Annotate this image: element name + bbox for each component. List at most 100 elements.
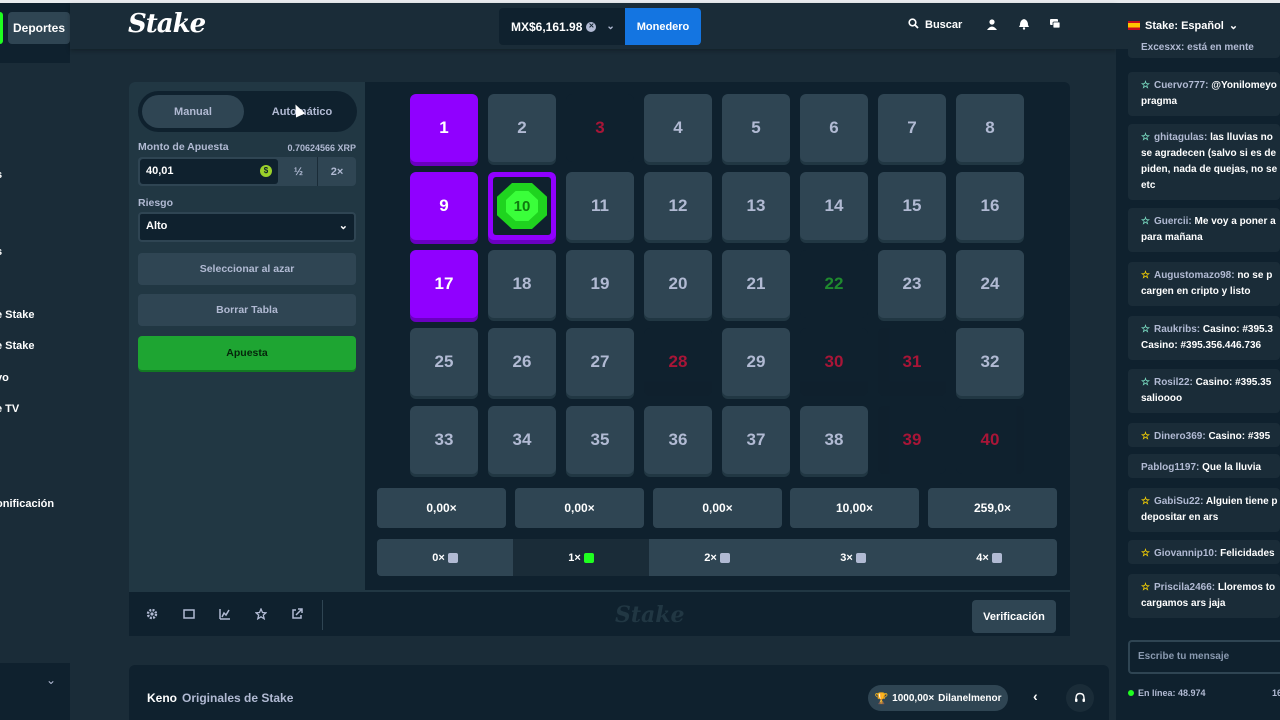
random-pick-button[interactable]: Seleccionar al azar xyxy=(138,253,356,285)
keno-tile[interactable]: 18 xyxy=(488,250,556,318)
keno-tile[interactable]: 4 xyxy=(644,94,712,162)
bet-amount-input[interactable]: 40,01 xyxy=(140,159,278,184)
chat-username[interactable]: Cuervo777: xyxy=(1154,80,1211,91)
keno-tile[interactable]: 21 xyxy=(722,250,790,318)
sidebar-item[interactable]: onificación xyxy=(0,498,54,510)
chat-message: Excesxx: está en mente xyxy=(1128,40,1280,58)
search-label: Buscar xyxy=(925,19,963,31)
chat-username[interactable]: ghitagulas: xyxy=(1154,132,1210,143)
chat-username[interactable]: GabiSu22: xyxy=(1154,496,1206,507)
keno-tile[interactable]: 20 xyxy=(644,250,712,318)
keno-tile[interactable]: 17 xyxy=(410,250,478,318)
keno-tile[interactable]: 13 xyxy=(722,172,790,240)
chevron-down-icon[interactable]: ⌄ xyxy=(46,673,56,687)
settings-icon[interactable] xyxy=(144,606,160,622)
keno-game: Manual Automático Monto de Apuesta 0.706… xyxy=(129,82,1070,636)
user-icon[interactable] xyxy=(985,17,999,31)
search-icon xyxy=(908,18,919,32)
game-provider[interactable]: Originales de Stake xyxy=(182,691,293,705)
star-badge-icon: ☆ xyxy=(1141,431,1150,442)
chat-username[interactable]: Augustomazo98: xyxy=(1154,270,1237,281)
chat-username[interactable]: Dinero369: xyxy=(1154,431,1208,442)
keno-tile[interactable]: 29 xyxy=(722,328,790,396)
mode-manual-button[interactable]: Manual xyxy=(142,95,244,128)
bet-button[interactable]: Apuesta xyxy=(138,336,356,370)
keno-tile[interactable]: 7 xyxy=(878,94,946,162)
chat-username[interactable]: Pablog1197: xyxy=(1141,462,1202,473)
half-bet-button[interactable]: ½ xyxy=(280,157,318,186)
left-sidebar: Deportes s s e Stake e Stake vo e TV oni… xyxy=(0,3,70,720)
theatre-mode-icon[interactable] xyxy=(181,606,197,622)
chat-room-select[interactable]: Stake: Español ⌄ xyxy=(1128,19,1238,32)
double-bet-button[interactable]: 2× xyxy=(318,157,356,186)
notifications-icon[interactable] xyxy=(1017,17,1031,31)
chat-icon[interactable] xyxy=(1048,17,1062,31)
sidebar-item[interactable]: e Stake xyxy=(0,340,35,352)
stats-icon[interactable] xyxy=(217,606,233,622)
keno-tile[interactable]: 9 xyxy=(410,172,478,240)
chat-username[interactable]: Raukribs: xyxy=(1154,324,1203,335)
chat-username[interactable]: Giovannip10: xyxy=(1154,548,1220,559)
keno-tile[interactable]: 34 xyxy=(488,406,556,474)
keno-tile[interactable]: 3 xyxy=(566,94,634,162)
favorite-star-icon[interactable] xyxy=(253,606,269,622)
keno-tile[interactable]: 19 xyxy=(566,250,634,318)
chevron-left-icon[interactable]: ‹ xyxy=(1033,688,1038,704)
keno-tile[interactable]: 15 xyxy=(878,172,946,240)
chat-username[interactable]: Rosil22: xyxy=(1154,377,1196,388)
keno-tile[interactable]: 26 xyxy=(488,328,556,396)
keno-tile[interactable]: 35 xyxy=(566,406,634,474)
keno-tile[interactable]: 31 xyxy=(878,328,946,396)
wallet-button[interactable]: Monedero xyxy=(625,8,701,45)
game-info-bar: Keno Originales de Stake 🏆 1000,00× Dila… xyxy=(129,665,1109,720)
keno-tile[interactable]: 23 xyxy=(878,250,946,318)
keno-tile[interactable]: 6 xyxy=(800,94,868,162)
keno-tile[interactable]: 5 xyxy=(722,94,790,162)
keno-tile[interactable]: 30 xyxy=(800,328,868,396)
keno-tile[interactable]: 1 xyxy=(410,94,478,162)
big-win-badge[interactable]: 🏆 1000,00× Dilanelmenor xyxy=(868,685,1008,711)
keno-tile[interactable]: 40 xyxy=(956,406,1024,474)
keno-tile[interactable]: 36 xyxy=(644,406,712,474)
keno-tile[interactable]: 32 xyxy=(956,328,1024,396)
keno-tile[interactable]: 27 xyxy=(566,328,634,396)
keno-tile[interactable]: 25 xyxy=(410,328,478,396)
online-count: En línea: 48.974 16 xyxy=(1128,688,1280,698)
balance-dropdown[interactable]: MX$6,161.98 ✕ ⌄ xyxy=(499,8,625,45)
keno-tile[interactable]: 38 xyxy=(800,406,868,474)
sidebar-item[interactable]: s xyxy=(0,246,2,258)
chat-text: Que la lluvia xyxy=(1202,462,1262,473)
keno-tile[interactable]: 8 xyxy=(956,94,1024,162)
fairness-verify-button[interactable]: Verificación xyxy=(972,600,1056,633)
game-footer: Stake Verificación xyxy=(129,590,1070,636)
keno-tile[interactable]: 11 xyxy=(566,172,634,240)
keno-tile[interactable]: 12 xyxy=(644,172,712,240)
chat-message-input[interactable]: Escribe tu mensaje xyxy=(1128,640,1280,674)
sidebar-item[interactable]: e TV xyxy=(0,403,19,415)
keno-tile[interactable]: 37 xyxy=(722,406,790,474)
stake-logo[interactable]: Stake xyxy=(128,9,206,39)
sports-tab[interactable]: Deportes xyxy=(8,12,70,44)
keno-tile[interactable]: 28 xyxy=(644,328,712,396)
sidebar-item[interactable]: s xyxy=(0,169,2,181)
keno-tile[interactable]: 33 xyxy=(410,406,478,474)
keno-tile[interactable]: 22 xyxy=(800,250,868,318)
keno-tile[interactable]: 24 xyxy=(956,250,1024,318)
sidebar-item[interactable]: vo xyxy=(0,372,9,384)
keno-tile[interactable]: 39 xyxy=(878,406,946,474)
chat-text: Excesxx: está en mente xyxy=(1141,42,1254,53)
clear-table-button[interactable]: Borrar Tabla xyxy=(138,294,356,326)
keno-tile[interactable]: 14 xyxy=(800,172,868,240)
share-external-icon[interactable] xyxy=(289,606,305,622)
online-dot-icon xyxy=(1128,690,1134,696)
stake-watermark: Stake xyxy=(615,602,685,628)
headset-icon[interactable] xyxy=(1066,684,1094,712)
keno-tile[interactable]: 16 xyxy=(956,172,1024,240)
chat-username[interactable]: Guercii: xyxy=(1154,216,1195,227)
sidebar-item[interactable]: e Stake xyxy=(0,309,35,321)
keno-tile[interactable]: 10 xyxy=(488,172,556,240)
search-button[interactable]: Buscar xyxy=(908,18,962,32)
chat-username[interactable]: Priscila2466: xyxy=(1154,582,1218,593)
risk-select[interactable]: Alto ⌄ xyxy=(138,212,356,242)
keno-tile[interactable]: 2 xyxy=(488,94,556,162)
